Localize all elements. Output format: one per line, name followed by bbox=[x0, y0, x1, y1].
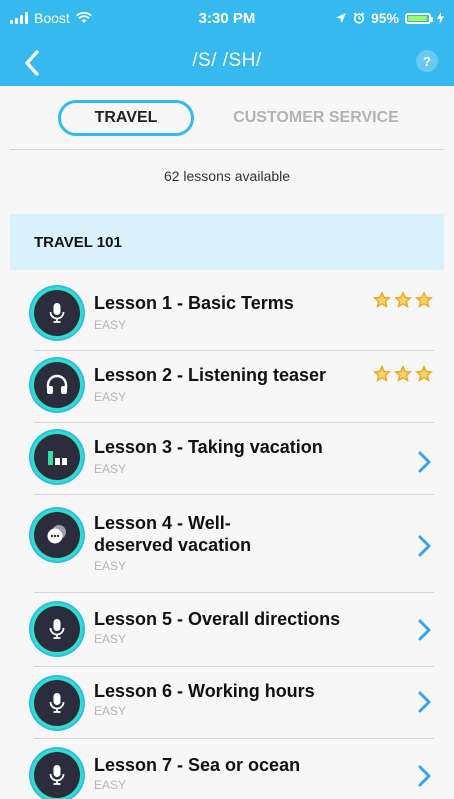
status-bar: Boost 3:30 PM 95% bbox=[0, 0, 454, 40]
lesson-level: EASY bbox=[94, 778, 127, 792]
lesson-level: EASY bbox=[94, 559, 127, 573]
section-header: TRAVEL 101 bbox=[10, 214, 444, 270]
lesson-row-6[interactable]: Lesson 6 - Working hours EASY bbox=[34, 668, 444, 740]
lesson-level: EASY bbox=[94, 318, 127, 332]
headphones-icon bbox=[34, 362, 80, 408]
star-icon bbox=[415, 365, 433, 382]
lesson-row-7[interactable]: Lesson 7 - Sea or ocean EASY bbox=[34, 740, 444, 799]
lesson-row-3[interactable]: Lesson 3 - Taking vacation EASY bbox=[34, 424, 444, 496]
lesson-title: Lesson 5 - Overall directions bbox=[94, 609, 341, 629]
nav-bar: /S/ /SH/ ? bbox=[0, 40, 454, 86]
question-icon: ? bbox=[423, 53, 431, 69]
chevron-right-icon bbox=[418, 451, 431, 473]
star-icon bbox=[373, 291, 391, 308]
status-right: 95% bbox=[335, 10, 444, 26]
app-header: Boost 3:30 PM 95% /S/ /SH/ ? bbox=[0, 0, 454, 86]
star-rating bbox=[372, 364, 434, 383]
charging-icon bbox=[437, 12, 444, 24]
row-divider bbox=[34, 494, 434, 495]
star-icon bbox=[394, 365, 412, 382]
alarm-icon bbox=[353, 12, 365, 24]
category-tabs: TRAVEL CUSTOMER SERVICE bbox=[0, 86, 454, 150]
row-divider bbox=[34, 350, 434, 351]
microphone-icon bbox=[34, 290, 80, 336]
bars-icon bbox=[34, 434, 80, 480]
lessons-count: 62 lessons available bbox=[163, 168, 291, 184]
lesson-title: Lesson 4 - Well-deserved vacation bbox=[94, 513, 252, 555]
chevron-right-icon bbox=[418, 619, 431, 641]
star-icon bbox=[394, 291, 412, 308]
lesson-row-5[interactable]: Lesson 5 - Overall directions EASY bbox=[34, 594, 444, 666]
chevron-right-icon bbox=[418, 535, 431, 557]
section-title: TRAVEL 101 bbox=[34, 233, 122, 251]
lesson-level: EASY bbox=[94, 632, 127, 646]
star-rating bbox=[372, 290, 434, 309]
location-arrow-icon bbox=[335, 13, 346, 23]
microphone-icon bbox=[34, 606, 80, 652]
lesson-level: EASY bbox=[94, 704, 127, 718]
lesson-row-4[interactable]: Lesson 4 - Well-deserved vacation EASY bbox=[34, 496, 444, 592]
row-divider bbox=[34, 666, 434, 667]
lesson-row-2[interactable]: Lesson 2 - Listening teaser EASY bbox=[34, 352, 444, 424]
tab-travel[interactable]: TRAVEL bbox=[58, 100, 194, 136]
battery-level bbox=[408, 15, 427, 21]
chevron-right-icon bbox=[418, 691, 431, 713]
row-divider bbox=[34, 592, 434, 593]
help-button[interactable]: ? bbox=[416, 50, 438, 72]
star-icon bbox=[415, 291, 433, 308]
chat-icon bbox=[34, 512, 80, 558]
lesson-title: Lesson 3 - Taking vacation bbox=[94, 437, 323, 457]
tabs-divider bbox=[10, 149, 444, 150]
row-divider bbox=[34, 738, 434, 739]
row-divider bbox=[34, 422, 434, 423]
battery-percent: 95% bbox=[370, 10, 399, 26]
lesson-level: EASY bbox=[94, 462, 127, 476]
lesson-row-1[interactable]: Lesson 1 - Basic Terms EASY bbox=[34, 280, 444, 352]
lesson-title: Lesson 7 - Sea or ocean bbox=[94, 755, 301, 775]
lesson-level: EASY bbox=[94, 390, 127, 404]
lesson-title: Lesson 1 - Basic Terms bbox=[94, 293, 294, 313]
lesson-title: Lesson 2 - Listening teaser bbox=[94, 365, 327, 385]
page-title: /S/ /SH/ bbox=[192, 50, 262, 71]
battery-icon bbox=[405, 12, 433, 24]
microphone-icon bbox=[34, 680, 80, 726]
microphone-icon bbox=[34, 752, 80, 798]
chevron-right-icon bbox=[418, 765, 431, 787]
tab-customer-service[interactable]: CUSTOMER SERVICE bbox=[216, 100, 416, 136]
lesson-title: Lesson 6 - Working hours bbox=[94, 681, 315, 701]
star-icon bbox=[373, 365, 391, 382]
